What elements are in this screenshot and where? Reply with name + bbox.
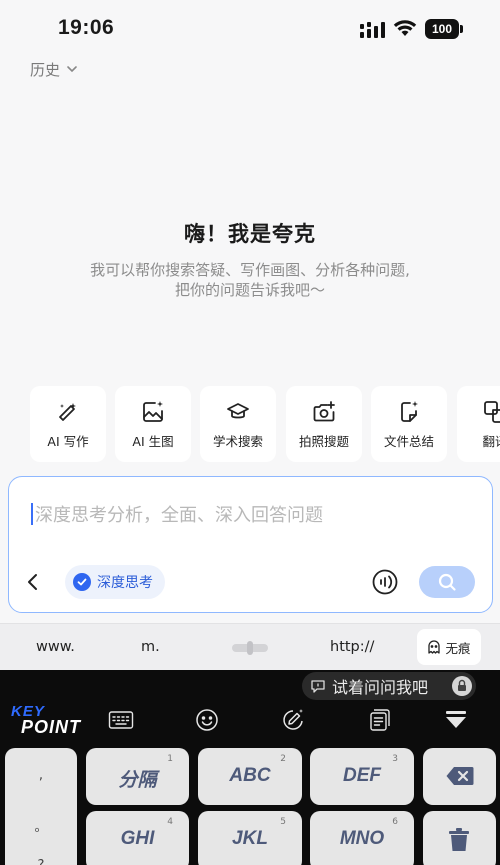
chat-input[interactable]: 深度思考分析，全面、深入回答问题 <box>35 501 323 527</box>
greeting-subtitle: 我可以帮你搜索答疑、写作画图、分析各种问题, 把你的问题告诉我吧～ <box>0 260 500 300</box>
tool-ai-writing[interactable]: AI 写作 <box>30 386 106 462</box>
tool-label: 拍照搜题 <box>298 434 349 449</box>
punct-comma[interactable]: , <box>5 768 77 783</box>
keyboard-icon[interactable] <box>108 708 134 732</box>
wifi-icon <box>393 20 417 36</box>
check-circle-icon <box>73 573 91 591</box>
incognito-button[interactable]: 无痕 <box>417 629 481 665</box>
key-def[interactable]: DEF 3 <box>310 748 414 805</box>
history-button[interactable]: 历史 <box>30 58 78 80</box>
key-number: 1 <box>167 754 173 764</box>
url-shortcut-bar: www. m. http:// 无痕 <box>0 623 500 670</box>
key-label: JKL <box>232 828 268 849</box>
key-number: 2 <box>280 754 286 764</box>
chevron-left-icon[interactable] <box>23 571 43 593</box>
punct-period[interactable]: 。 <box>5 816 77 835</box>
url-key-www[interactable]: www. <box>36 639 75 655</box>
search-submit-button[interactable] <box>419 566 475 598</box>
image-sparkle-icon <box>143 401 163 422</box>
key-ghi[interactable]: GHI 4 <box>86 811 189 865</box>
tool-academic-search[interactable]: 学术搜索 <box>200 386 276 462</box>
lock-icon <box>452 676 472 696</box>
tool-label: AI 写作 <box>47 434 89 449</box>
greeting-line-2: 把你的问题告诉我吧～ <box>174 281 325 299</box>
chat-input-card: 深度思考分析，全面、深入回答问题 深度思考 <box>8 476 493 613</box>
chat-bubble-icon <box>311 680 325 693</box>
battery-level: 100 <box>425 19 459 39</box>
key-abc[interactable]: ABC 2 <box>198 748 302 805</box>
backspace-icon <box>446 767 474 785</box>
tool-file-summary[interactable]: 文件总结 <box>371 386 447 462</box>
cellular-signal-icon <box>360 22 385 38</box>
ghost-icon <box>428 640 441 654</box>
keypoint-logo: KEY POINT <box>11 703 81 739</box>
ask-me-label: 试着问问我吧 <box>332 678 429 697</box>
key-number: 3 <box>392 754 398 764</box>
emoji-icon[interactable] <box>194 708 220 732</box>
battery-cap <box>460 25 463 33</box>
tool-label: 翻译 <box>482 434 500 449</box>
magic-pen-icon <box>59 403 76 421</box>
voice-input-icon[interactable] <box>372 569 398 595</box>
tool-label: 文件总结 <box>383 434 434 449</box>
quick-tools-row: AI 写作 AI 生图 学术搜索 拍照搜题 文件总结 翻 <box>30 386 500 462</box>
tool-photo-search[interactable]: 拍照搜题 <box>286 386 362 462</box>
tool-ai-image[interactable]: AI 生图 <box>115 386 191 462</box>
clear-key[interactable] <box>423 811 496 865</box>
url-key-http[interactable]: http:// <box>330 639 374 655</box>
url-key-m[interactable]: m. <box>141 639 160 655</box>
tool-translate[interactable]: 翻译 <box>457 386 500 462</box>
clipboard-icon[interactable] <box>366 708 392 732</box>
key-label: 分隔 <box>118 770 157 791</box>
chevron-down-icon <box>67 66 77 73</box>
punctuation-column[interactable]: , 。 ? <box>5 748 77 865</box>
tool-label: AI 生图 <box>132 434 174 449</box>
incognito-label: 无痕 <box>445 640 471 656</box>
graduation-cap-icon <box>227 403 249 419</box>
key-separator[interactable]: 分隔 1 <box>86 748 189 805</box>
key-mno[interactable]: MNO 6 <box>310 811 414 865</box>
greeting-line-1: 我可以帮你搜索答疑、写作画图、分析各种问题, <box>90 261 410 279</box>
keyboard-drag-handle[interactable] <box>232 641 268 655</box>
key-label: GHI <box>120 828 155 849</box>
status-bar: 19:06 100 <box>0 0 500 56</box>
camera-plus-icon <box>313 401 335 422</box>
backspace-key[interactable] <box>423 748 496 805</box>
ai-pen-icon[interactable] <box>280 708 306 732</box>
tool-label: 学术搜索 <box>212 434 263 449</box>
file-sparkle-icon <box>401 401 418 422</box>
keyboard: 试着问问我吧 KEY POINT , 。 ? 分隔 1 <box>0 670 500 865</box>
logo-point: POINT <box>21 717 82 737</box>
key-label: DEF <box>343 765 381 786</box>
hide-keyboard-icon[interactable] <box>443 708 469 732</box>
deep-think-label: 深度思考 <box>97 575 153 591</box>
battery-indicator: 100 <box>425 19 463 39</box>
translate-icon <box>484 401 500 423</box>
ask-me-suggestion[interactable]: 试着问问我吧 <box>302 672 476 700</box>
search-icon <box>438 573 456 591</box>
trash-icon <box>449 828 469 851</box>
deep-think-toggle[interactable]: 深度思考 <box>65 565 165 599</box>
key-number: 4 <box>167 817 173 827</box>
key-number: 5 <box>280 817 286 827</box>
history-label: 历史 <box>30 60 61 79</box>
status-time: 19:06 <box>58 16 115 39</box>
key-number: 6 <box>392 817 398 827</box>
key-label: ABC <box>229 765 271 786</box>
text-cursor <box>31 503 33 525</box>
greeting-title: 嗨！我是夸克 <box>184 222 316 246</box>
key-jkl[interactable]: JKL 5 <box>198 811 302 865</box>
punct-question[interactable]: ? <box>5 858 77 865</box>
key-label: MNO <box>339 828 385 849</box>
